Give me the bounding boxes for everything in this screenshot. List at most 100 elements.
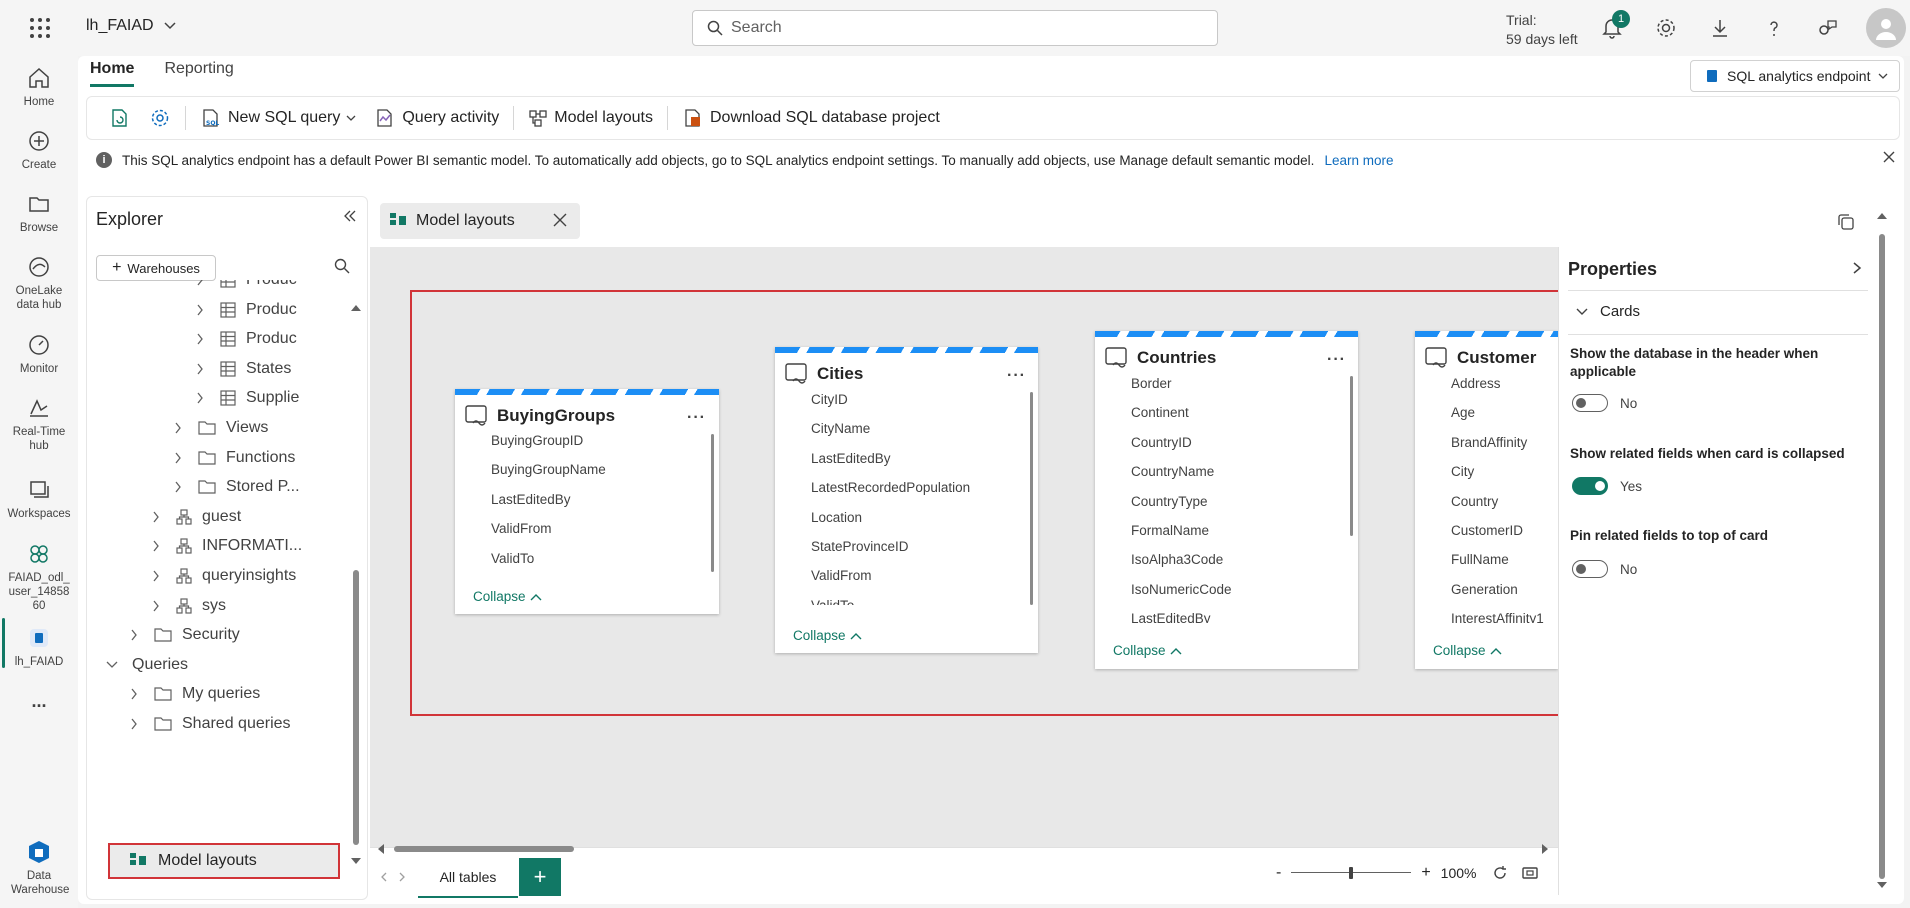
chevron-right-icon[interactable]: [170, 452, 186, 464]
add-warehouses-button[interactable]: + Warehouses: [96, 255, 216, 281]
collapse-button[interactable]: Collapse: [1433, 643, 1502, 658]
field-row[interactable]: LastEditedBy: [491, 485, 606, 514]
rail-more-icon[interactable]: ...: [0, 692, 78, 710]
field-row[interactable]: ValidFrom: [491, 514, 606, 543]
field-row[interactable]: LastEditedBy: [811, 444, 970, 473]
field-row[interactable]: LastEditedBy: [1131, 604, 1232, 623]
field-row[interactable]: CustomerID: [1451, 516, 1544, 545]
tree-item[interactable]: queryinsights: [148, 560, 296, 592]
table-card-cities[interactable]: Cities ··· CityID CityName LastEditedBy …: [775, 347, 1038, 653]
tree-item[interactable]: My queries: [126, 678, 260, 710]
tabs-scroll-right-icon[interactable]: [398, 872, 406, 882]
endpoint-selector[interactable]: SQL analytics endpoint: [1690, 60, 1900, 92]
table-card-countries[interactable]: Countries ··· Border Continent CountryID…: [1095, 331, 1358, 669]
settings-button[interactable]: [143, 102, 177, 134]
reset-zoom-icon[interactable]: [1492, 865, 1508, 881]
zoom-slider[interactable]: [1291, 867, 1412, 879]
tree-item[interactable]: INFORMATI...: [148, 530, 302, 562]
chevron-right-icon[interactable]: [192, 333, 208, 345]
card-scrollbar[interactable]: [1030, 392, 1033, 605]
more-options-icon[interactable]: ···: [1327, 351, 1346, 369]
cards-section-header[interactable]: Cards: [1576, 303, 1640, 320]
app-launcher-icon[interactable]: [26, 14, 54, 42]
field-row[interactable]: ValidTo: [491, 544, 606, 573]
canvas-horizontal-scrollbar[interactable]: [376, 842, 1552, 856]
field-row[interactable]: Continent: [1131, 398, 1232, 427]
rail-monitor[interactable]: Monitor: [0, 331, 78, 376]
chevron-right-icon[interactable]: [148, 600, 164, 612]
tree-item[interactable]: Queries: [104, 649, 188, 681]
collapse-button[interactable]: Collapse: [793, 628, 862, 643]
tab-home[interactable]: Home: [90, 60, 135, 87]
chevron-right-icon[interactable]: [170, 481, 186, 493]
workspace-switcher[interactable]: lh_FAIAD: [86, 17, 176, 35]
chevron-down-icon[interactable]: [104, 661, 120, 669]
field-row[interactable]: InterestAffinity1: [1451, 604, 1544, 623]
rail-realtime[interactable]: Real-Time hub: [0, 394, 78, 453]
avatar[interactable]: [1866, 8, 1906, 48]
copy-icon[interactable]: [1836, 212, 1856, 232]
chevron-right-icon[interactable]: [192, 304, 208, 316]
download-project-button[interactable]: Download SQL database project: [676, 102, 946, 134]
field-row[interactable]: Address: [1451, 369, 1544, 398]
show-related-toggle[interactable]: [1572, 477, 1608, 495]
card-scrollbar[interactable]: [1350, 376, 1353, 536]
tree-item[interactable]: Functions: [170, 442, 295, 474]
field-row[interactable]: ValidFrom: [811, 561, 970, 590]
rail-onelake[interactable]: OneLake data hub: [0, 253, 78, 312]
chevron-right-icon[interactable]: [170, 422, 186, 434]
share-feedback-icon[interactable]: [1814, 14, 1842, 42]
chevron-right-icon[interactable]: [126, 688, 142, 700]
field-row[interactable]: CityID: [811, 385, 970, 414]
chevron-right-icon[interactable]: [1852, 262, 1862, 274]
tabs-scroll-left-icon[interactable]: [380, 872, 388, 882]
field-row[interactable]: BrandAffinity: [1451, 428, 1544, 457]
pin-related-toggle[interactable]: [1572, 560, 1608, 578]
field-row[interactable]: ValidTo: [811, 591, 970, 605]
help-icon[interactable]: [1760, 14, 1788, 42]
field-row[interactable]: Country: [1451, 487, 1544, 516]
field-row[interactable]: Location: [811, 503, 970, 532]
settings-gear-icon[interactable]: [1652, 14, 1680, 42]
chevron-right-icon[interactable]: [192, 392, 208, 404]
field-row[interactable]: BuyingGroupName: [491, 455, 606, 484]
rail-workspace-faiad[interactable]: FAIAD_odl_user_1485860: [0, 540, 78, 613]
close-icon[interactable]: [1882, 150, 1896, 164]
table-card-customer[interactable]: Customer Address Age BrandAffinity City …: [1415, 331, 1558, 669]
field-row[interactable]: StateProvinceID: [811, 532, 970, 561]
tab-reporting[interactable]: Reporting: [164, 60, 233, 87]
tree-item[interactable]: guest: [148, 501, 241, 533]
field-row[interactable]: LatestRecordedPopulation: [811, 473, 970, 502]
chevron-right-icon[interactable]: [192, 363, 208, 375]
rail-workspaces[interactable]: Workspaces: [0, 476, 78, 521]
search-icon[interactable]: [334, 258, 350, 274]
field-row[interactable]: CountryName: [1131, 457, 1232, 486]
field-row[interactable]: BuyingGroupID: [491, 426, 606, 455]
tree-item[interactable]: Security: [126, 619, 240, 651]
collapse-button[interactable]: Collapse: [473, 589, 542, 604]
download-icon[interactable]: [1706, 14, 1734, 42]
explorer-scrollbar[interactable]: [350, 300, 362, 870]
field-row[interactable]: CountryID: [1131, 428, 1232, 457]
properties-scrollbar[interactable]: [1876, 210, 1888, 890]
add-layout-button[interactable]: +: [519, 858, 561, 896]
field-row[interactable]: Generation: [1451, 575, 1544, 604]
explorer-model-layouts-item[interactable]: Model layouts: [108, 843, 340, 879]
close-tab-icon[interactable]: [552, 212, 568, 228]
chevron-right-icon[interactable]: [192, 280, 208, 286]
query-activity-button[interactable]: Query activity: [368, 102, 505, 134]
refresh-button[interactable]: [103, 102, 137, 134]
tree-item[interactable]: Shared queries: [126, 708, 291, 740]
search-input[interactable]: Search: [692, 10, 1218, 46]
tree-item[interactable]: sys: [148, 590, 226, 622]
tab-all-tables[interactable]: All tables: [418, 858, 518, 898]
field-row[interactable]: IsoAlpha3Code: [1131, 545, 1232, 574]
chevron-right-icon[interactable]: [126, 629, 142, 641]
field-row[interactable]: Border: [1131, 369, 1232, 398]
fit-to-screen-icon[interactable]: [1522, 865, 1539, 881]
table-card-buyinggroups[interactable]: BuyingGroups ··· BuyingGroupID BuyingGro…: [455, 389, 719, 614]
field-row[interactable]: FullName: [1451, 545, 1544, 574]
field-row[interactable]: CountryType: [1131, 487, 1232, 516]
rail-home[interactable]: Home: [0, 64, 78, 109]
field-row[interactable]: City: [1451, 457, 1544, 486]
